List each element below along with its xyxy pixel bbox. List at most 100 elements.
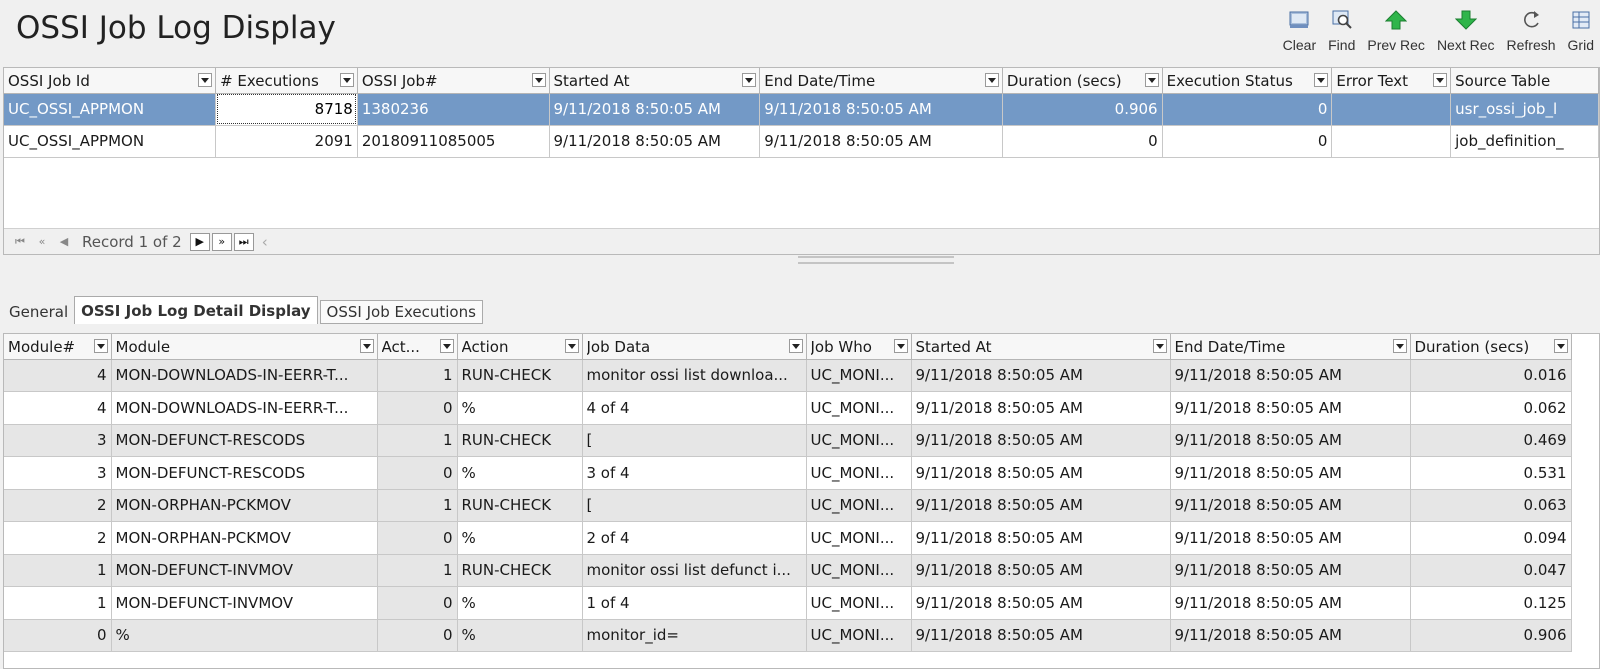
column-header[interactable]: Started At [911, 334, 1171, 360]
cell-job-who[interactable]: UC_MONI... [806, 521, 912, 555]
cell-module[interactable]: MON-DEFUNCT-RESCODS [111, 424, 378, 457]
cell-error-text[interactable] [1331, 125, 1452, 158]
next-record-icon[interactable]: ▶ [189, 232, 210, 251]
cell-job-data[interactable]: 1 of 4 [582, 586, 807, 620]
cell-act[interactable]: 0 [377, 521, 458, 555]
cell-job-data[interactable]: [ [582, 424, 807, 457]
cell-end-date[interactable]: 9/11/2018 8:50:05 AM [1170, 489, 1411, 522]
cell-started-at[interactable]: 9/11/2018 8:50:05 AM [911, 554, 1171, 587]
prev-page-icon[interactable]: « [32, 233, 52, 251]
column-header[interactable]: End Date/Time [759, 68, 1003, 94]
cell-source-table[interactable]: job_definition_ [1450, 125, 1599, 158]
column-header[interactable]: OSSI Job Id [4, 68, 217, 94]
dropdown-icon[interactable] [1314, 73, 1329, 87]
cell-module[interactable]: MON-ORPHAN-PCKMOV [111, 521, 378, 555]
cell-job-id[interactable]: UC_OSSI_APPMON [4, 125, 217, 158]
column-header[interactable]: Module# [4, 334, 112, 360]
column-header[interactable]: Module [111, 334, 378, 360]
cell-module-number[interactable]: 0 [4, 619, 112, 652]
cell-act[interactable]: 0 [377, 619, 458, 652]
dropdown-icon[interactable] [564, 339, 579, 353]
cell-job-who[interactable]: UC_MONI... [806, 456, 912, 490]
cell-act[interactable]: 0 [377, 456, 458, 490]
column-header[interactable]: Job Data [582, 334, 807, 360]
cell-execution-status[interactable]: 0 [1162, 93, 1333, 126]
first-page-icon[interactable]: ⏮ [10, 233, 30, 251]
cell-job-number[interactable]: 1380236 [357, 93, 550, 126]
cell-action[interactable]: % [457, 456, 583, 490]
cell-module[interactable]: MON-DEFUNCT-RESCODS [111, 456, 378, 490]
dropdown-icon[interactable] [1392, 339, 1407, 353]
cell-started-at[interactable]: 9/11/2018 8:50:05 AM [911, 619, 1171, 652]
cell-module[interactable]: % [111, 619, 378, 652]
cell-action[interactable]: RUN-CHECK [457, 424, 583, 457]
cell-execution-status[interactable]: 0 [1162, 125, 1333, 158]
next-rec-button[interactable]: Next Rec [1431, 8, 1501, 60]
cell-executions[interactable]: 8718 [215, 93, 358, 126]
cell-module[interactable]: MON-DOWNLOADS-IN-EERR-T... [111, 391, 378, 425]
cell-module-number[interactable]: 1 [4, 586, 112, 620]
cell-module-number[interactable]: 3 [4, 456, 112, 490]
cell-job-number[interactable]: 20180911085005 [357, 125, 550, 158]
table-row[interactable]: UC_OSSI_APPMON 2091 20180911085005 9/11/… [4, 125, 1599, 158]
cell-act[interactable]: 1 [377, 489, 458, 522]
cell-job-data[interactable]: [ [582, 489, 807, 522]
dropdown-icon[interactable] [1433, 73, 1448, 87]
cell-duration[interactable]: 0.906 [1002, 93, 1163, 126]
cell-started-at[interactable]: 9/11/2018 8:50:05 AM [911, 586, 1171, 620]
column-header[interactable]: Source Table [1450, 68, 1599, 94]
table-row[interactable]: UC_OSSI_APPMON 8718 1380236 9/11/2018 8:… [4, 93, 1599, 126]
cell-end-date[interactable]: 9/11/2018 8:50:05 AM [1170, 521, 1411, 555]
cell-started-at[interactable]: 9/11/2018 8:50:05 AM [549, 93, 761, 126]
cell-end-date[interactable]: 9/11/2018 8:50:05 AM [1170, 359, 1411, 392]
table-row[interactable]: 3 MON-DEFUNCT-RESCODS 1 RUN-CHECK[UC_MONI..… [4, 424, 1572, 457]
tab-job-executions[interactable]: OSSI Job Executions [319, 300, 483, 324]
cell-job-who[interactable]: UC_MONI... [806, 554, 912, 587]
cell-executions[interactable]: 2091 [215, 125, 358, 158]
grid-button[interactable]: Grid [1562, 8, 1600, 60]
tab-job-log-detail[interactable]: OSSI Job Log Detail Display [74, 296, 318, 324]
cell-started-at[interactable]: 9/11/2018 8:50:05 AM [911, 391, 1171, 425]
cell-action[interactable]: % [457, 391, 583, 425]
column-header[interactable]: End Date/Time [1170, 334, 1411, 360]
table-row[interactable]: 3 MON-DEFUNCT-RESCODS 0% 3 of 4 UC_MONI... 9/… [4, 456, 1572, 490]
cell-module-number[interactable]: 2 [4, 521, 112, 555]
column-header[interactable]: Duration (secs) [1002, 68, 1163, 94]
cell-job-data[interactable]: monitor_id= [582, 619, 807, 652]
cell-action[interactable]: % [457, 521, 583, 555]
dropdown-icon[interactable] [788, 339, 803, 353]
cell-source-table[interactable]: usr_ossi_job_l [1450, 93, 1599, 126]
dropdown-icon[interactable] [1144, 73, 1159, 87]
dropdown-icon[interactable] [742, 73, 757, 87]
cell-act[interactable]: 1 [377, 554, 458, 587]
cell-action[interactable]: RUN-CHECK [457, 359, 583, 392]
column-header[interactable]: Act... [377, 334, 458, 360]
cell-job-who[interactable]: UC_MONI... [806, 424, 912, 457]
column-header[interactable]: Action [457, 334, 583, 360]
refresh-button[interactable]: Refresh [1501, 8, 1562, 60]
cell-job-who[interactable]: UC_MONI... [806, 586, 912, 620]
cell-started-at[interactable]: 9/11/2018 8:50:05 AM [911, 359, 1171, 392]
cell-job-data[interactable]: 2 of 4 [582, 521, 807, 555]
cell-end-date[interactable]: 9/11/2018 8:50:05 AM [1170, 586, 1411, 620]
cell-end-date[interactable]: 9/11/2018 8:50:05 AM [759, 125, 1003, 158]
last-page-icon[interactable]: ⏭ [233, 232, 254, 251]
cell-error-text[interactable] [1331, 93, 1452, 126]
cell-module-number[interactable]: 1 [4, 554, 112, 587]
cell-module[interactable]: MON-DEFUNCT-INVMOV [111, 586, 378, 620]
cell-duration[interactable]: 0.063 [1410, 489, 1572, 522]
table-row[interactable]: 2 MON-ORPHAN-PCKMOV 0% 2 of 4 UC_MONI... 9/11… [4, 521, 1572, 555]
dropdown-icon[interactable] [439, 339, 454, 353]
column-header[interactable]: Duration (secs) [1410, 334, 1572, 360]
cell-act[interactable]: 0 [377, 586, 458, 620]
cell-job-who[interactable]: UC_MONI... [806, 489, 912, 522]
column-header[interactable]: # Executions [215, 68, 358, 94]
cell-end-date[interactable]: 9/11/2018 8:50:05 AM [1170, 456, 1411, 490]
prev-rec-button[interactable]: Prev Rec [1361, 8, 1431, 60]
cell-job-who[interactable]: UC_MONI... [806, 359, 912, 392]
table-row[interactable]: 1 MON-DEFUNCT-INVMOV 0% 1 of 4 UC_MONI... 9/1… [4, 586, 1572, 620]
cell-act[interactable]: 1 [377, 424, 458, 457]
dropdown-icon[interactable] [339, 73, 354, 87]
column-header[interactable]: OSSI Job# [357, 68, 550, 94]
column-header[interactable]: Error Text [1331, 68, 1452, 94]
